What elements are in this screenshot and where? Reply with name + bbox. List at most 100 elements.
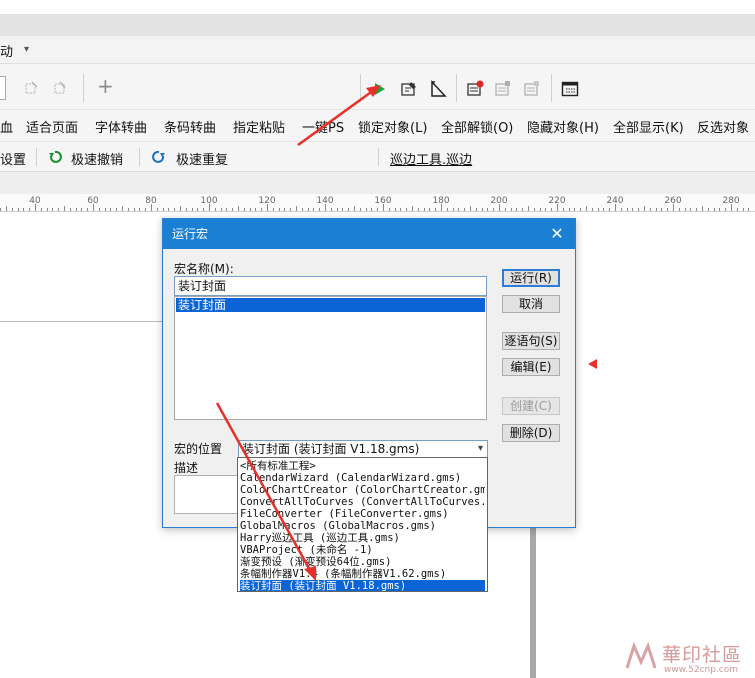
pause-recording-icon[interactable] xyxy=(492,78,514,100)
toolbar-divider xyxy=(139,148,140,166)
ruler-tick xyxy=(475,208,477,211)
create-button[interactable]: 创建(C) xyxy=(502,397,560,415)
run-macro-play-icon[interactable] xyxy=(368,78,390,100)
ruler-tick xyxy=(348,208,350,211)
toolbar-field-edge[interactable] xyxy=(0,76,6,100)
fast-redo-button[interactable]: 极速重复 xyxy=(176,149,228,168)
menu-item[interactable]: 动 xyxy=(0,41,13,60)
dropdown-option[interactable]: ConvertAllToCurves (ConvertAllToCurves.g… xyxy=(240,496,485,508)
ruler-tick xyxy=(638,208,640,211)
ruler-tick xyxy=(69,208,71,211)
redo-icon[interactable] xyxy=(152,150,166,167)
table-icon[interactable] xyxy=(559,78,581,100)
ruler-tick xyxy=(272,208,274,211)
macro-location-dropdown[interactable]: <所有标准工程> CalendarWizard (CalendarWizard.… xyxy=(237,457,488,592)
ruler-tick xyxy=(458,208,460,211)
ruler-tick xyxy=(185,208,187,211)
ruler-tick xyxy=(510,208,512,211)
ruler-tick xyxy=(6,206,7,211)
ruler-tick xyxy=(591,208,593,211)
settings-button[interactable]: 设置 xyxy=(0,149,26,168)
ruler-tick xyxy=(336,208,338,211)
toolbar-button-show-all[interactable]: 全部显示(K) xyxy=(613,117,684,136)
toolbar-button-paste-special[interactable]: 指定粘贴 xyxy=(233,117,285,136)
toolbar-button-bleed[interactable]: 血 xyxy=(0,117,13,136)
toolbar-button-invert-selection[interactable]: 反选对象 xyxy=(697,117,749,136)
ruler-tick xyxy=(226,208,228,211)
dropdown-option[interactable]: 渐变预设 (渐变预设64位.gms) xyxy=(240,556,485,568)
toolbar-button-fit-page[interactable]: 适合页面 xyxy=(26,117,78,136)
toolbar-button-unlock-all[interactable]: 全部解锁(O) xyxy=(441,117,513,136)
chevron-down-icon[interactable]: ▾ xyxy=(24,44,29,55)
toolbar-button-barcode-to-curves[interactable]: 条码转曲 xyxy=(164,117,216,136)
ruler-tick xyxy=(655,208,657,211)
ruler-tick xyxy=(493,208,495,211)
ruler-tick xyxy=(580,208,582,211)
delete-button[interactable]: 删除(D) xyxy=(502,424,560,442)
add-icon[interactable]: + xyxy=(97,74,114,98)
dropdown-option[interactable]: Harry巡边工具 (巡边工具.gms) xyxy=(240,532,485,544)
ruler-tick xyxy=(539,208,541,211)
record-macro-icon[interactable] xyxy=(464,78,486,100)
toolbar-button-hide-object[interactable]: 隐藏对象(H) xyxy=(527,117,599,136)
ruler-tick xyxy=(197,208,199,211)
dropdown-option[interactable]: ColorChartCreator (ColorChartCreator.gms… xyxy=(240,484,485,496)
dropdown-option[interactable]: <所有标准工程> xyxy=(240,460,485,472)
ruler-tick xyxy=(528,206,529,211)
edit-button[interactable]: 编辑(E) xyxy=(502,358,560,376)
ruler-tick xyxy=(238,206,239,211)
step-into-button[interactable]: 逐语句(S) xyxy=(502,332,560,350)
ruler-tick xyxy=(446,208,448,211)
dropdown-option-selected[interactable]: 装订封面 (装订封面 V1.18.gms) xyxy=(240,580,485,591)
ruler-tick xyxy=(52,208,54,211)
close-icon[interactable]: ✕ xyxy=(547,224,567,244)
toolbar-divider xyxy=(36,148,37,166)
dropdown-option[interactable]: CalendarWizard (CalendarWizard.gms) xyxy=(240,472,485,484)
run-button[interactable]: 运行(R) xyxy=(502,269,560,287)
node-tool-icon[interactable] xyxy=(20,77,42,99)
description-label: 描述 xyxy=(174,461,199,475)
chevron-down-icon[interactable]: ▾ xyxy=(478,441,483,457)
fast-undo-button[interactable]: 极速撤销 xyxy=(71,149,123,168)
ruler-tick xyxy=(533,208,535,211)
undo-icon[interactable] xyxy=(48,150,62,167)
macro-list-item[interactable]: 装订封面 xyxy=(176,298,485,312)
macro-location-select[interactable]: 装订封面 (装订封面 V1.18.gms) ▾ xyxy=(238,440,488,458)
ruler-tick xyxy=(64,206,65,211)
ruler-tick xyxy=(626,208,628,211)
toolbar-button-text-to-curves[interactable]: 字体转曲 xyxy=(95,117,147,136)
macro-list[interactable]: 装订封面 xyxy=(174,296,487,420)
ruler-tick xyxy=(545,208,547,211)
ruler-tick xyxy=(116,208,118,211)
ruler-tick xyxy=(609,208,611,211)
ruler-tick xyxy=(174,208,176,211)
dropdown-option[interactable]: GlobalMacros (GlobalMacros.gms) xyxy=(240,520,485,532)
ruler-tick xyxy=(313,208,315,211)
ruler-tick xyxy=(325,204,326,211)
macro-shortcut-button[interactable]: 巡边工具.巡边 xyxy=(390,149,472,168)
ruler-tick xyxy=(307,208,309,211)
toolbar-button-one-click-ps[interactable]: 一键PS xyxy=(302,117,344,136)
dropdown-option[interactable]: 条幅制作器V1.4 (条幅制作器V1.62.gms) xyxy=(240,568,485,580)
macro-name-input[interactable]: 装订封面 xyxy=(174,276,487,296)
toolbar-button-lock-object[interactable]: 锁定对象(L) xyxy=(358,117,427,136)
cancel-button[interactable]: 取消 xyxy=(502,295,560,313)
ruler-tick xyxy=(319,208,321,211)
toolbar-divider xyxy=(360,74,361,102)
ruler-tick xyxy=(423,208,425,211)
ruler-tick xyxy=(725,208,727,211)
stop-recording-icon[interactable] xyxy=(521,78,543,100)
ruler-tick xyxy=(75,208,77,211)
node-tool-2-icon[interactable] xyxy=(49,77,71,99)
ruler-triangle-icon[interactable] xyxy=(427,78,449,100)
watermark-url: www.52cnp.com xyxy=(664,665,739,675)
dropdown-option[interactable]: VBAProject (未命名 -1) xyxy=(240,544,485,556)
ruler-tick xyxy=(255,208,257,211)
ruler-tick xyxy=(673,204,674,211)
property-bar xyxy=(0,172,755,194)
macro-editor-icon[interactable] xyxy=(398,78,420,100)
ruler-tick xyxy=(81,208,83,211)
dropdown-option[interactable]: FileConverter (FileConverter.gms) xyxy=(240,508,485,520)
ruler-tick xyxy=(23,208,25,211)
ruler-tick xyxy=(649,208,651,211)
